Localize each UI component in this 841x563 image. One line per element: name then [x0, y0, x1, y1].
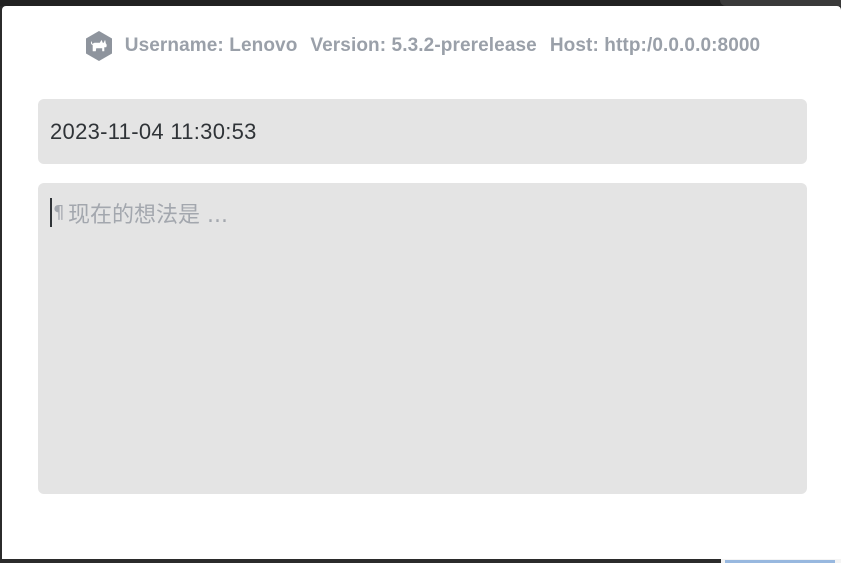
- username-label: Username: Lenovo: [124, 35, 298, 56]
- version-label: Version: 5.3.2-prerelease: [310, 35, 537, 56]
- datetime-field[interactable]: 2023-11-04 11:30:53: [38, 99, 807, 164]
- hexagon-cat-logo-icon: [83, 30, 115, 62]
- datetime-value: 2023-11-04 11:30:53: [50, 118, 257, 144]
- host-label: Host: http:/0.0.0.0:8000: [549, 35, 761, 56]
- memo-input[interactable]: [38, 183, 807, 494]
- popup-header: Username: Lenovo Version: 5.3.2-prerelea…: [2, 28, 841, 64]
- instance-meta: Username: Lenovo Version: 5.3.2-prerelea…: [125, 35, 760, 57]
- memo-editor[interactable]: ¶: [38, 183, 807, 494]
- memo-popup: Username: Lenovo Version: 5.3.2-prerelea…: [2, 6, 841, 559]
